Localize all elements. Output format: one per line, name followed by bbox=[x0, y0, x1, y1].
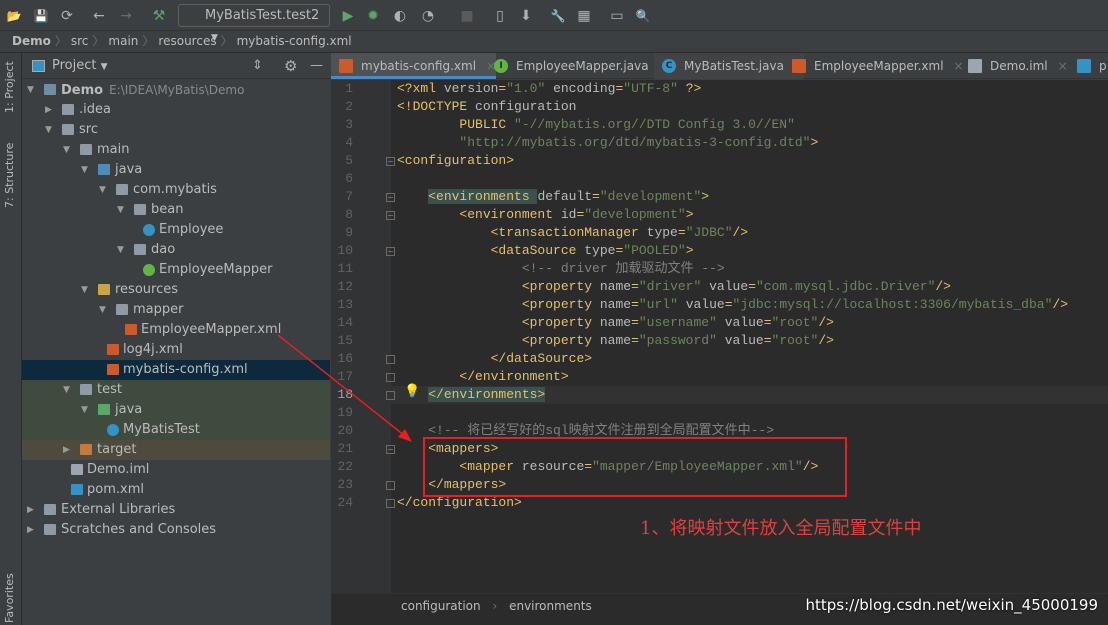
watermark: https://blog.csdn.net/weixin_45000199 bbox=[805, 596, 1098, 614]
crumb-configuration[interactable]: configuration bbox=[401, 599, 481, 613]
annotation-text: 1、将映射文件放入全局配置文件中 bbox=[640, 518, 922, 539]
crumb-environments[interactable]: environments bbox=[509, 599, 592, 613]
annotation-arrow bbox=[277, 334, 412, 442]
